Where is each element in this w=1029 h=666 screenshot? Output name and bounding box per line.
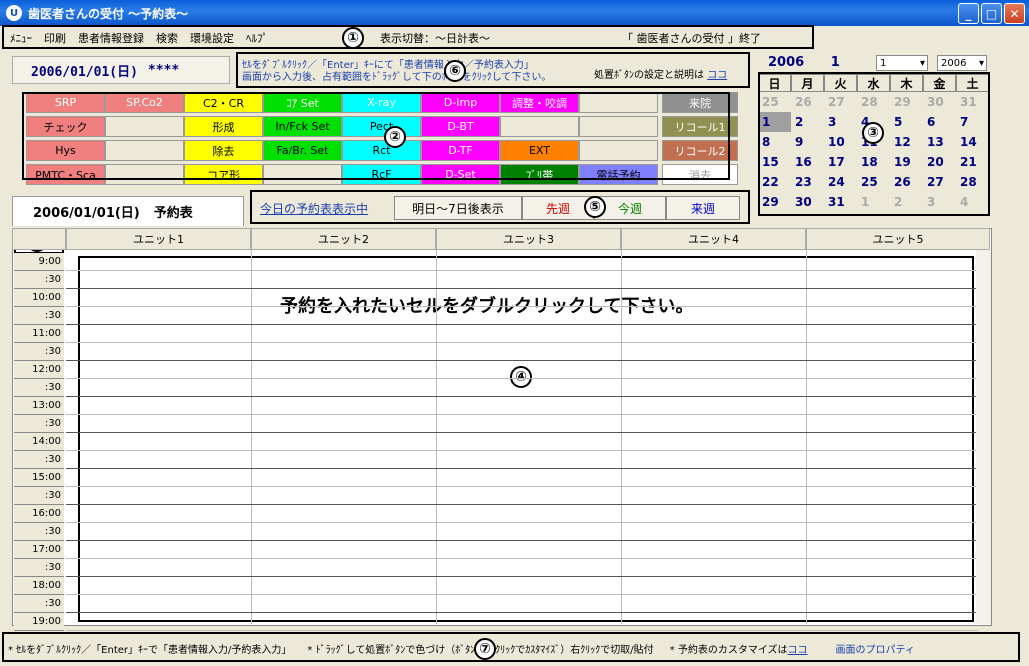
time-label: :30 [14, 523, 64, 541]
time-label: 14:00 [14, 433, 64, 451]
tab-date: 2006/01/01(日) [33, 206, 140, 221]
row-divider [66, 414, 978, 415]
time-label: :30 [14, 415, 64, 433]
time-label: :30 [14, 271, 64, 289]
unit-header: ユニット2 [251, 228, 436, 250]
annotation-2: ② [384, 126, 406, 148]
time-label: :30 [14, 379, 64, 397]
time-label: 16:00 [14, 505, 64, 523]
annotation-4: ④ [510, 366, 532, 388]
row-divider [66, 288, 978, 289]
close-button[interactable]: ✕ [1004, 3, 1025, 24]
annotation-box-5 [250, 190, 750, 224]
calendar-year: 2006 [768, 55, 805, 70]
row-divider [66, 630, 978, 631]
time-label: :30 [14, 559, 64, 577]
calendar-month: 1 [830, 55, 840, 70]
row-divider [66, 396, 978, 397]
schedule-tab[interactable]: 2006/01/01(日) 予約表 [12, 196, 244, 226]
time-label: :30 [14, 595, 64, 613]
time-label: 18:00 [14, 577, 64, 595]
date-stars: **** [147, 62, 180, 78]
row-divider [66, 378, 978, 379]
time-label: 15:00 [14, 469, 64, 487]
time-label: :30 [14, 307, 64, 325]
row-divider [66, 540, 978, 541]
row-divider [66, 324, 978, 325]
time-label: 19:00 [14, 613, 64, 631]
row-divider [66, 270, 978, 271]
row-divider [66, 360, 978, 361]
time-label: 9:00 [14, 253, 64, 271]
row-divider [66, 450, 978, 451]
month-select[interactable]: 1 ▾ [876, 55, 928, 71]
grid-corner [12, 228, 66, 250]
chevron-down-icon: ▾ [978, 57, 984, 69]
app-icon: U [6, 5, 22, 21]
annotation-7: ⑦ [474, 638, 496, 660]
annotation-5: ⑤ [584, 196, 606, 218]
row-divider [66, 468, 978, 469]
grid-scroll-area[interactable] [976, 250, 991, 624]
unit-header: ユニット5 [806, 228, 990, 250]
row-divider [66, 576, 978, 577]
month-select-value: 1 [880, 57, 887, 69]
annotation-box-7 [2, 632, 1020, 662]
window-title: 歯医者さんの受付 ～予約表～ [28, 6, 189, 21]
time-label: 12:00 [14, 361, 64, 379]
time-label: :30 [14, 343, 64, 361]
current-date: 2006/01/01(日) [31, 64, 138, 80]
chevron-down-icon: ▾ [919, 57, 925, 69]
row-divider [66, 432, 978, 433]
time-label: 13:00 [14, 397, 64, 415]
annotation-1: ① [342, 27, 364, 49]
time-label: 10:00 [14, 289, 64, 307]
row-divider [66, 342, 978, 343]
unit-header: ユニット1 [66, 228, 251, 250]
year-select[interactable]: 2006 ▾ [937, 55, 987, 71]
annotation-box-1 [2, 25, 814, 49]
time-label: :30 [14, 451, 64, 469]
unit-header: ユニット3 [436, 228, 621, 250]
grid-instruction: 予約を入れたいセルをダブルクリックして下さい。 [280, 296, 694, 317]
time-label: :30 [14, 487, 64, 505]
row-divider [66, 504, 978, 505]
row-divider [66, 558, 978, 559]
unit-header: ユニット4 [621, 228, 806, 250]
annotation-box-6 [236, 52, 750, 88]
annotation-3: ③ [862, 122, 884, 144]
annotation-box-3 [758, 72, 990, 216]
row-divider [66, 594, 978, 595]
maximize-button[interactable]: □ [981, 3, 1002, 24]
title-bar: U 歯医者さんの受付 ～予約表～ [0, 0, 1029, 26]
row-divider [66, 522, 978, 523]
row-divider [66, 612, 978, 613]
time-label: 11:00 [14, 325, 64, 343]
row-divider [66, 306, 978, 307]
year-select-value: 2006 [941, 57, 967, 69]
time-label: 17:00 [14, 541, 64, 559]
date-header: 2006/01/01(日) **** [12, 56, 230, 84]
tab-label: 予約表 [153, 206, 193, 221]
minimize-button[interactable]: _ [958, 3, 979, 24]
row-divider [66, 486, 978, 487]
annotation-box-2 [22, 92, 730, 180]
annotation-6: ⑥ [444, 60, 466, 82]
